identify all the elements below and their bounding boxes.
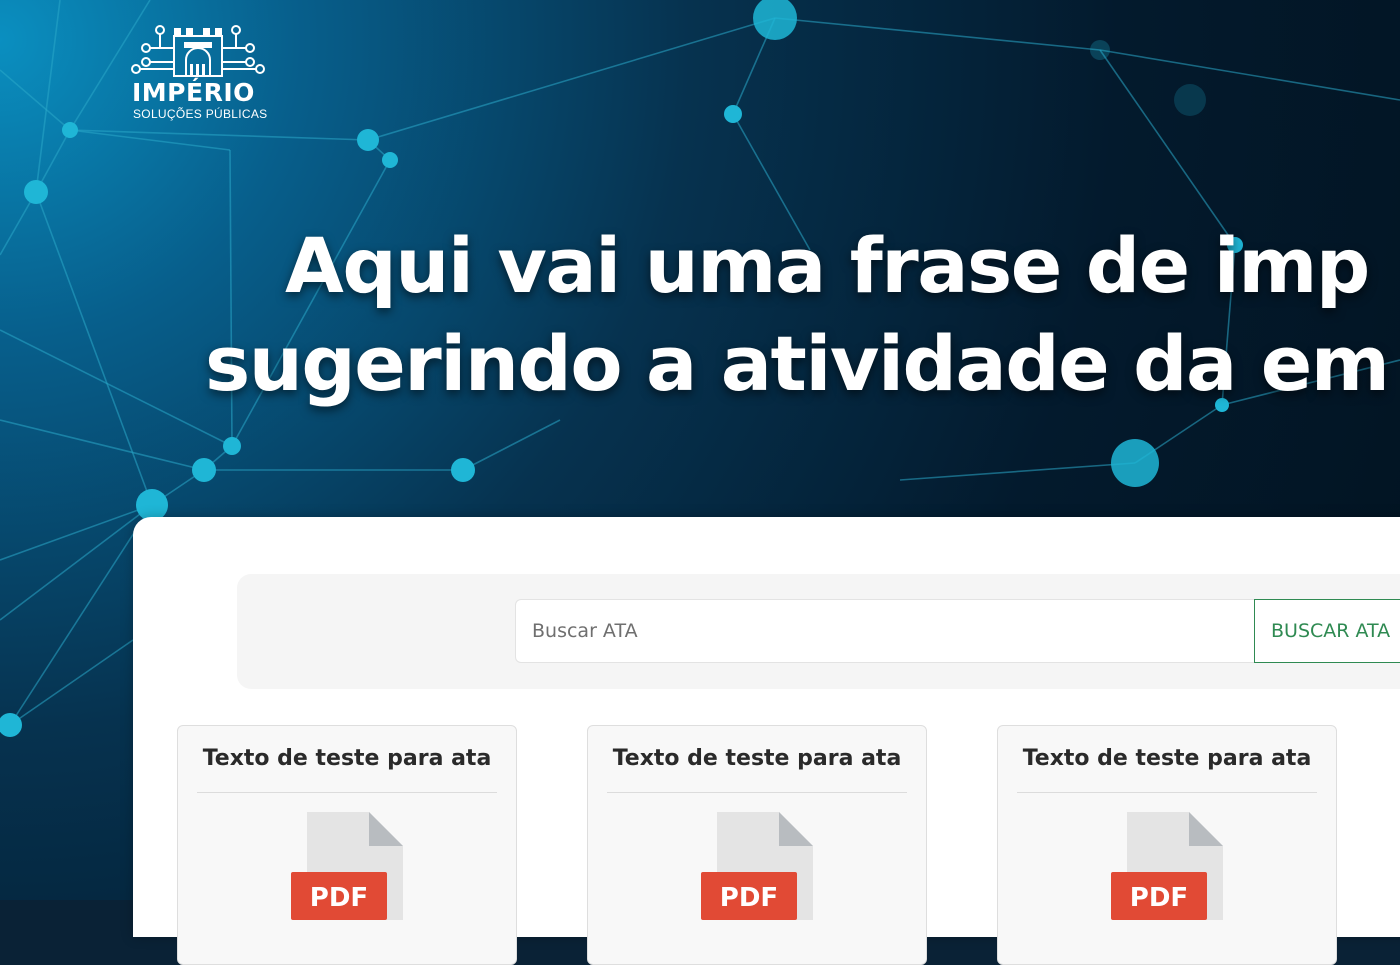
- card-divider: [197, 792, 497, 793]
- search-bar: BUSCAR ATA: [237, 574, 1400, 689]
- search-input[interactable]: [515, 599, 1255, 663]
- brand-tagline: SOLUÇÕES PÚBLICAS: [133, 107, 268, 121]
- hero-headline-line-2: sugerindo a atividade da em: [205, 319, 1390, 408]
- card-title: Texto de teste para ata: [1022, 746, 1312, 771]
- ata-card[interactable]: Texto de teste para ata PDF: [177, 725, 517, 965]
- card-divider: [607, 792, 907, 793]
- brand-name: IMPÉRIO: [132, 78, 255, 107]
- pdf-file-icon[interactable]: PDF: [701, 810, 816, 920]
- hero-headline-line-1: Aqui vai uma frase de imp: [285, 221, 1370, 310]
- card-title: Texto de teste para ata: [612, 746, 902, 771]
- ata-card[interactable]: Texto de teste para ata PDF: [587, 725, 927, 965]
- card-divider: [1017, 792, 1317, 793]
- pdf-file-icon[interactable]: PDF: [291, 810, 406, 920]
- content-panel: BUSCAR ATA Texto de teste para ata PDF T…: [133, 517, 1400, 965]
- search-button[interactable]: BUSCAR ATA: [1254, 599, 1400, 663]
- ata-card[interactable]: Texto de teste para ata PDF: [997, 725, 1337, 965]
- pdf-badge-label: PDF: [310, 883, 368, 913]
- pdf-badge-label: PDF: [720, 883, 778, 913]
- pdf-badge-label: PDF: [1130, 883, 1188, 913]
- card-title: Texto de teste para ata: [202, 746, 492, 771]
- pdf-file-icon[interactable]: PDF: [1111, 810, 1226, 920]
